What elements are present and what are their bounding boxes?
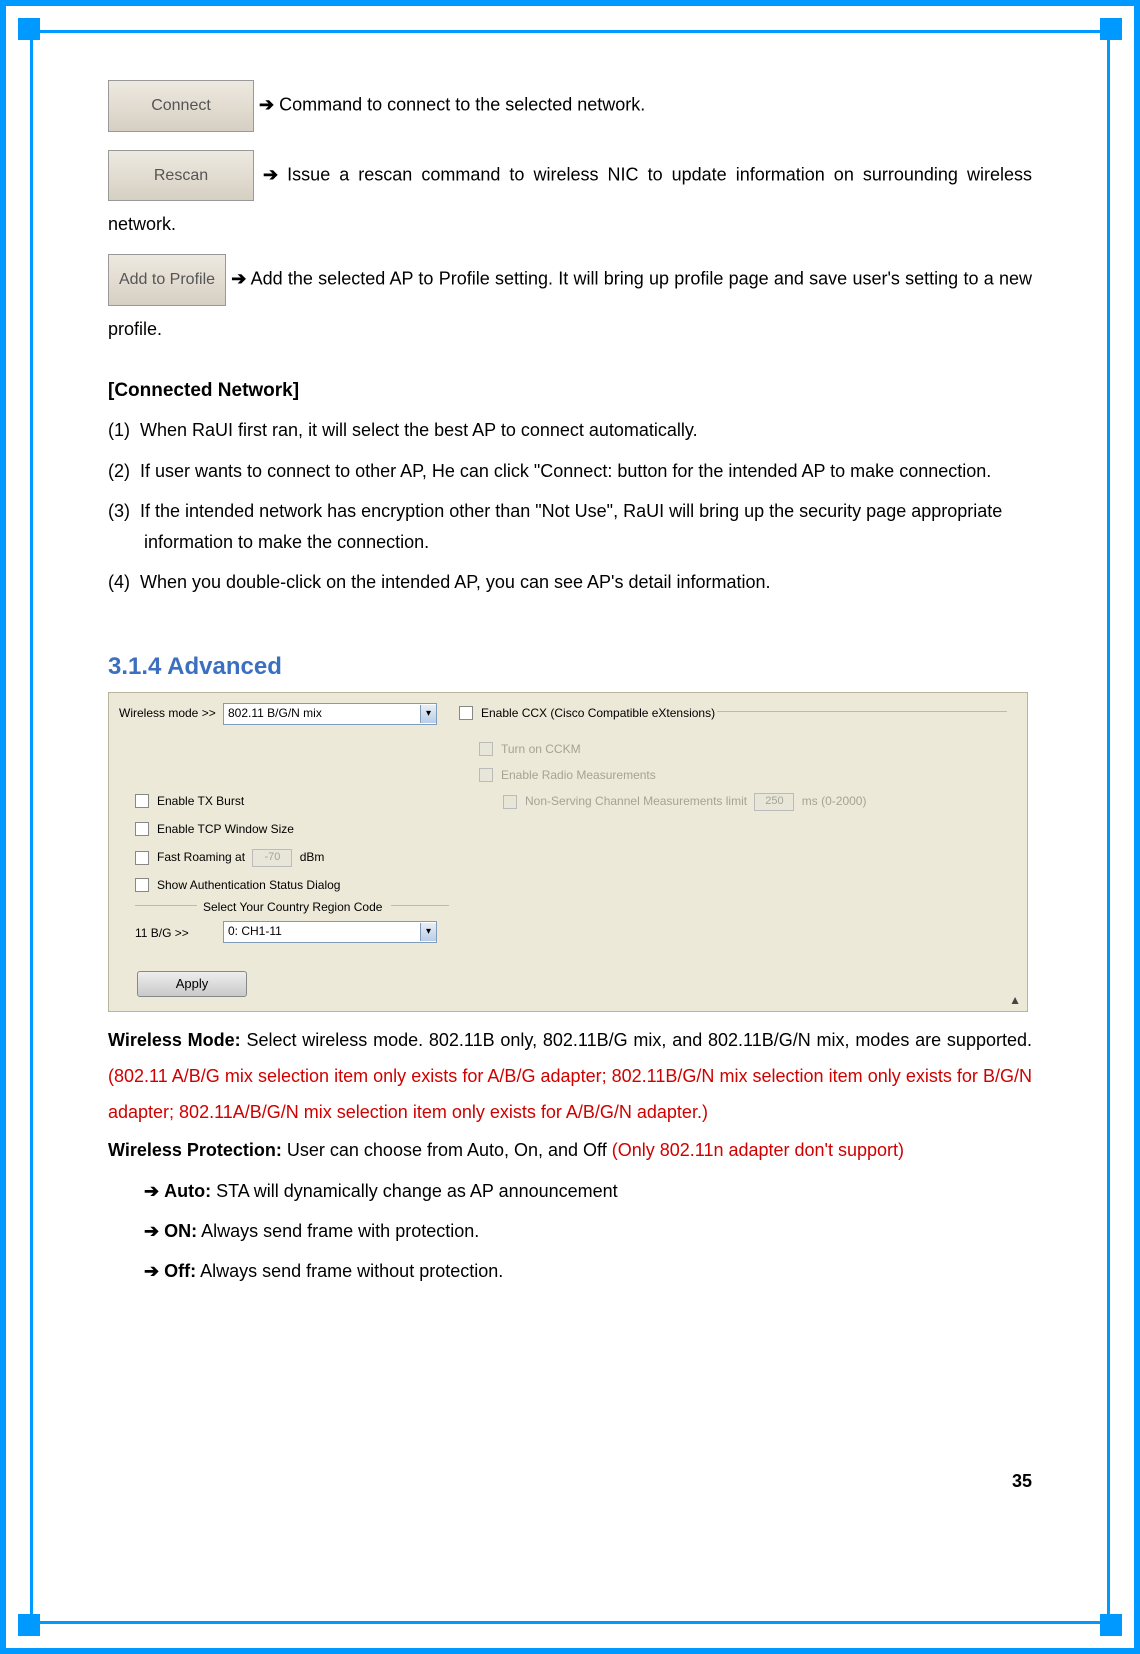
list-item: (2) If user wants to connect to other AP…	[108, 456, 1032, 487]
enable-radio-row: Enable Radio Measurements	[479, 767, 656, 784]
chevron-down-icon: ▾	[420, 705, 436, 723]
fieldset-line	[135, 905, 197, 906]
checkbox-icon	[479, 742, 493, 756]
arrow-icon: ➔	[263, 164, 278, 184]
apply-button[interactable]: Apply	[137, 971, 247, 997]
wireless-mode-bold: Wireless Mode:	[108, 1030, 241, 1050]
checkbox-icon[interactable]	[459, 706, 473, 720]
auto-bold: Auto:	[164, 1181, 211, 1201]
fieldset-line	[391, 905, 449, 906]
checkbox-icon[interactable]	[135, 851, 149, 865]
wireless-mode-paragraph: Wireless Mode: Select wireless mode. 802…	[108, 1022, 1032, 1130]
arrow-icon: ➔	[144, 1221, 159, 1241]
select-value: 0: CH1-11	[228, 923, 282, 940]
fast-roaming-row[interactable]: Fast Roaming at -70 dBm	[135, 849, 324, 867]
advanced-settings-screenshot: Wireless mode >> 802.11 B/G/N mix ▾ Enab…	[108, 692, 1028, 1012]
connect-row: Connect ➔ Command to connect to the sele…	[108, 80, 1032, 132]
connect-button-image: Connect	[108, 80, 254, 132]
checkbox-icon[interactable]	[135, 878, 149, 892]
enable-ccx-row[interactable]: Enable CCX (Cisco Compatible eXtensions)	[459, 705, 715, 722]
checkbox-icon	[503, 795, 517, 809]
list-item: (1) When RaUI first ran, it will select …	[108, 415, 1032, 446]
collapse-triangle-icon[interactable]: ▲	[1009, 992, 1021, 1009]
enable-tcp-row[interactable]: Enable TCP Window Size	[135, 821, 294, 838]
turn-cckm-row: Turn on CCKM	[479, 741, 581, 758]
page-number: 35	[1012, 1469, 1032, 1494]
arrow-icon: ➔	[144, 1181, 159, 1201]
nonserving-suffix: ms (0-2000)	[802, 794, 867, 808]
addprofile-desc: Add the selected AP to Profile setting. …	[108, 269, 1032, 339]
nonserving-row: Non-Serving Channel Measurements limit 2…	[503, 793, 866, 811]
off-bullet: ➔ Off: Always send frame without protect…	[162, 1254, 1032, 1288]
checkbox-label: Enable TX Burst	[157, 794, 244, 808]
show-auth-row[interactable]: Show Authentication Status Dialog	[135, 877, 340, 894]
checkbox-label: Show Authentication Status Dialog	[157, 878, 340, 892]
wireless-mode-note: (802.11 A/B/G mix selection item only ex…	[108, 1066, 1032, 1122]
connect-desc: Command to connect to the selected netwo…	[274, 95, 645, 115]
region-code-label: Select Your Country Region Code	[203, 899, 382, 916]
enable-txburst-row[interactable]: Enable TX Burst	[135, 793, 244, 810]
list-text: When RaUI first ran, it will select the …	[140, 420, 698, 440]
wireless-prot-bold: Wireless Protection:	[108, 1140, 282, 1160]
rescan-row: Rescan ➔ Issue a rescan command to wirel…	[108, 150, 1032, 248]
list-text: When you double-click on the intended AP…	[140, 572, 771, 592]
off-text: Always send frame without protection.	[196, 1261, 503, 1281]
list-text: If the intended network has encryption o…	[140, 501, 1002, 552]
on-bullet: ➔ ON: Always send frame with protection.	[162, 1214, 1032, 1248]
auto-text: STA will dynamically change as AP announ…	[211, 1181, 618, 1201]
list-item: (4) When you double-click on the intende…	[108, 567, 1032, 598]
fast-roaming-suffix: dBm	[300, 850, 325, 864]
arrow-icon: ➔	[259, 95, 274, 115]
select-value: 802.11 B/G/N mix	[228, 705, 322, 722]
region-select[interactable]: 0: CH1-11 ▾	[223, 921, 437, 943]
checkbox-label: Enable TCP Window Size	[157, 822, 294, 836]
wireless-mode-label: Wireless mode >>	[119, 705, 216, 722]
wireless-prot-text: User can choose from Auto, On, and Off	[282, 1140, 612, 1160]
eleven-bg-label: 11 B/G >>	[135, 925, 189, 942]
fieldset-line	[717, 711, 1007, 712]
checkbox-label: Fast Roaming at	[157, 850, 245, 864]
arrow-icon: ➔	[231, 269, 246, 289]
wireless-mode-text: Select wireless mode. 802.11B only, 802.…	[241, 1030, 1032, 1050]
section-title: 3.1.4 Advanced	[108, 650, 1032, 684]
checkbox-icon	[479, 768, 493, 782]
off-bold: Off:	[164, 1261, 196, 1281]
chevron-down-icon: ▾	[420, 923, 436, 941]
addprofile-row: Add to Profile ➔ Add the selected AP to …	[108, 254, 1032, 352]
arrow-icon: ➔	[144, 1261, 159, 1281]
wireless-protection-paragraph: Wireless Protection: User can choose fro…	[108, 1132, 1032, 1168]
nonserving-input: 250	[754, 793, 794, 811]
on-bold: ON:	[164, 1221, 197, 1241]
checkbox-icon[interactable]	[135, 822, 149, 836]
checkbox-label: Non-Serving Channel Measurements limit	[525, 794, 747, 808]
checkbox-icon[interactable]	[135, 794, 149, 808]
wireless-prot-note: (Only 802.11n adapter don't support)	[612, 1140, 904, 1160]
page-content: Connect ➔ Command to connect to the sele…	[108, 80, 1032, 1288]
connected-network-header: [Connected Network]	[108, 378, 1032, 405]
checkbox-label: Enable CCX (Cisco Compatible eXtensions)	[481, 706, 715, 720]
checkbox-label: Turn on CCKM	[501, 742, 581, 756]
list-text: If user wants to connect to other AP, He…	[140, 461, 991, 481]
rescan-button-image: Rescan	[108, 150, 254, 202]
checkbox-label: Enable Radio Measurements	[501, 768, 656, 782]
list-item: (3) If the intended network has encrypti…	[108, 496, 1032, 557]
on-text: Always send frame with protection.	[197, 1221, 479, 1241]
fast-roaming-input: -70	[252, 849, 292, 867]
auto-bullet: ➔ Auto: STA will dynamically change as A…	[162, 1174, 1032, 1208]
wireless-mode-select[interactable]: 802.11 B/G/N mix ▾	[223, 703, 437, 725]
add-to-profile-button-image: Add to Profile	[108, 254, 226, 306]
